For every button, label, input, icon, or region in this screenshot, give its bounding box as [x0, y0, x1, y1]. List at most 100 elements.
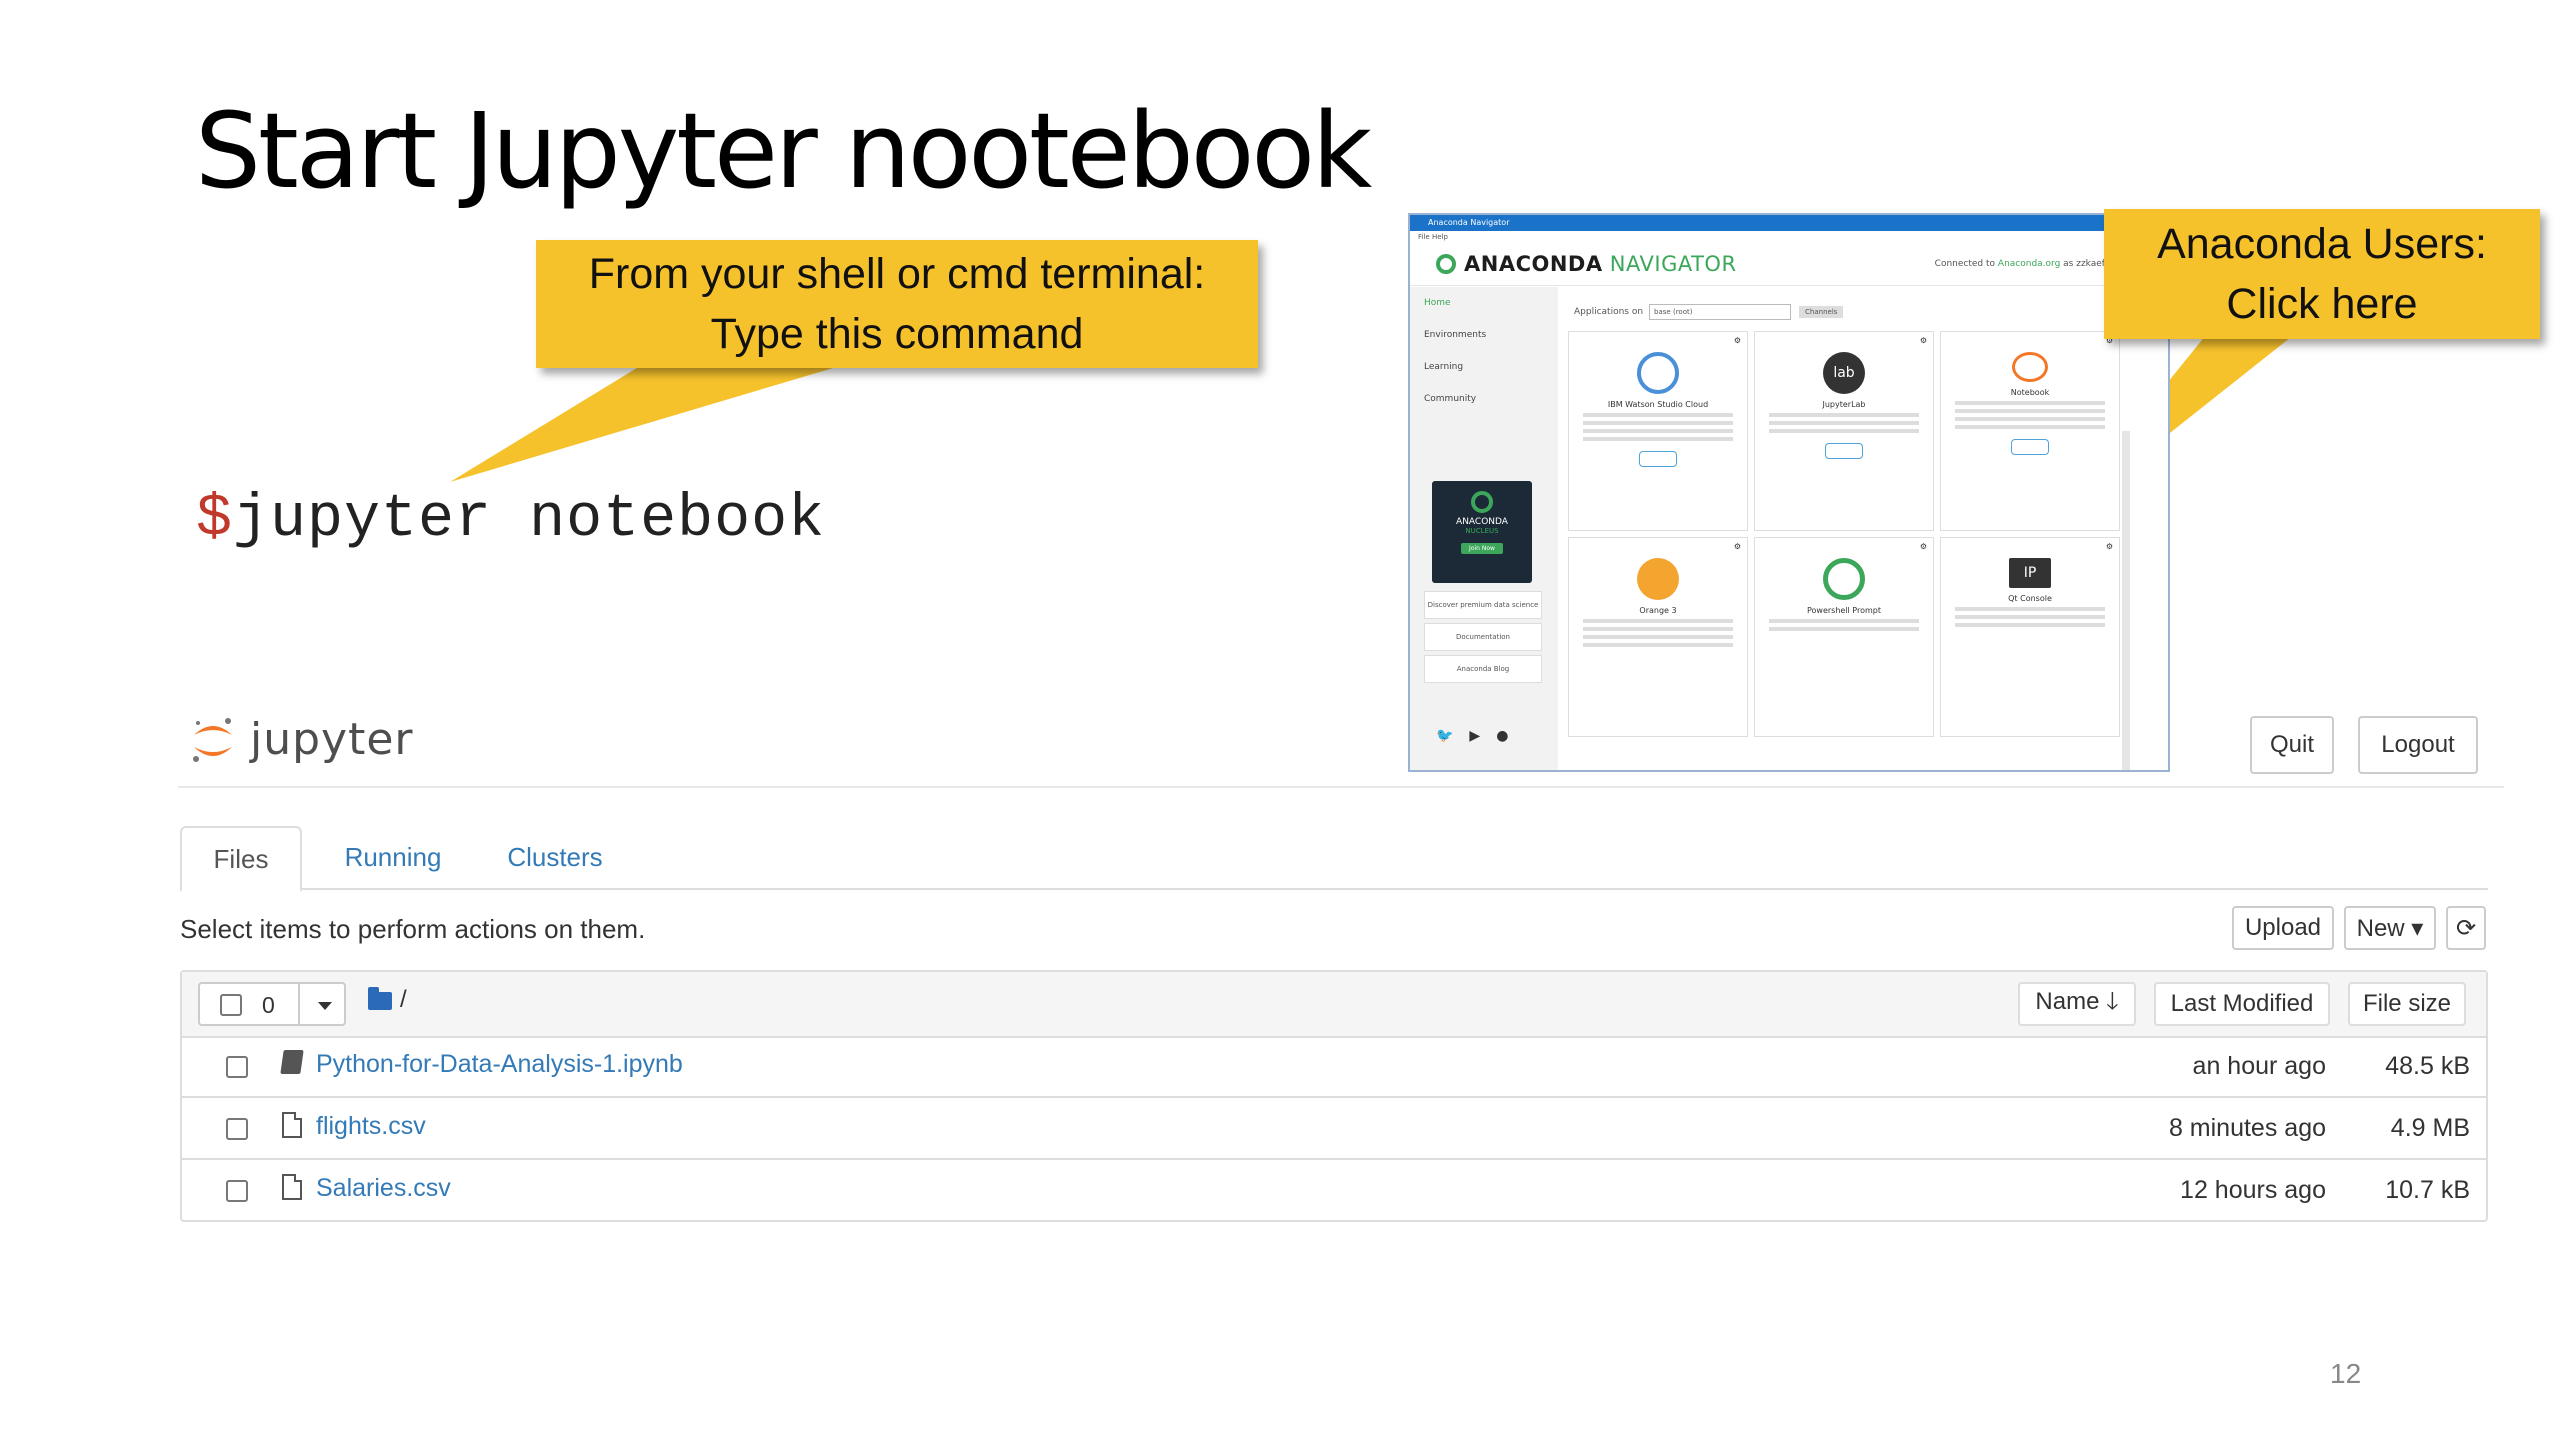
- command-text: jupyter notebook: [233, 486, 826, 554]
- file-icon: [282, 1174, 302, 1200]
- sidebar-link-discover[interactable]: Discover premium data science content: [1424, 591, 1542, 635]
- file-row[interactable]: Salaries.csv 12 hours ago 10.7 kB: [182, 1160, 2486, 1222]
- sort-name-button[interactable]: Name 🡓: [2018, 982, 2136, 1026]
- channels-button[interactable]: Channels: [1799, 306, 1844, 318]
- navigator-titlebar: Anaconda Navigator: [1410, 215, 2168, 231]
- app-card-powershell: ⚙ Powershell Prompt: [1754, 537, 1934, 737]
- command-line: $jupyter notebook: [196, 486, 825, 554]
- file-size: 10.7 kB: [2385, 1176, 2470, 1204]
- callout-anaconda-line2: Click here: [2226, 280, 2418, 328]
- applications-bar: Applications on base (root) Channels: [1568, 301, 2140, 323]
- callout-anaconda-line1: Anaconda Users:: [2157, 219, 2487, 268]
- callout-shell-line1: From your shell or cmd terminal:: [588, 249, 1206, 298]
- notebook-icon: [280, 1050, 304, 1074]
- row-checkbox[interactable]: [226, 1056, 248, 1078]
- navigator-main: Applications on base (root) Channels ⚙ I…: [1568, 301, 2140, 770]
- file-name[interactable]: flights.csv: [316, 1112, 426, 1141]
- row-checkbox[interactable]: [226, 1180, 248, 1202]
- slide-number: 12: [2330, 1358, 2362, 1389]
- sort-size-button[interactable]: File size: [2348, 982, 2466, 1026]
- promo-sub: NUCLEUS: [1465, 527, 1499, 535]
- select-all-checkbox[interactable]: [220, 994, 242, 1016]
- command-prompt: $: [196, 486, 234, 554]
- file-row[interactable]: flights.csv 8 minutes ago 4.9 MB: [182, 1098, 2486, 1160]
- quit-button[interactable]: Quit: [2250, 716, 2334, 774]
- file-size: 48.5 kB: [2385, 1052, 2470, 1080]
- callout-anaconda: Anaconda Users: Click here: [2104, 209, 2540, 339]
- promo-title: ANACONDA: [1456, 517, 1508, 527]
- navigator-header: ANACONDA NAVIGATOR Connected to Anaconda…: [1410, 243, 2168, 286]
- navigator-sidebar-community[interactable]: Community: [1410, 383, 1558, 415]
- launch-button[interactable]: [1825, 443, 1863, 459]
- jupyterlab-icon: lab: [1823, 352, 1865, 394]
- gear-icon[interactable]: ⚙: [1920, 336, 1927, 345]
- sort-modified-button[interactable]: Last Modified: [2154, 982, 2330, 1026]
- gear-icon[interactable]: ⚙: [2106, 542, 2113, 551]
- file-name[interactable]: Salaries.csv: [316, 1174, 451, 1203]
- navigator-promo[interactable]: ANACONDA NUCLEUS Join Now: [1432, 481, 1532, 583]
- social-icons[interactable]: 🐦▶●: [1436, 728, 1524, 744]
- promo-join-button[interactable]: Join Now: [1461, 543, 1503, 554]
- navigator-brand: ANACONDA NAVIGATOR: [1464, 252, 1737, 276]
- breadcrumb[interactable]: /: [400, 986, 407, 1014]
- jupyter-logo[interactable]: jupyter: [190, 714, 414, 765]
- gear-icon[interactable]: ⚙: [1734, 336, 1741, 345]
- selection-hint: Select items to perform actions on them.: [180, 914, 646, 944]
- sidebar-link-blog[interactable]: Anaconda Blog: [1424, 655, 1542, 683]
- app-name: IBM Watson Studio Cloud: [1607, 400, 1709, 409]
- sidebar-link-documentation[interactable]: Documentation: [1424, 623, 1542, 651]
- app-card-orange: ⚙ Orange 3: [1568, 537, 1748, 737]
- environment-select[interactable]: base (root): [1649, 304, 1792, 320]
- file-name[interactable]: Python-for-Data-Analysis-1.ipynb: [316, 1050, 683, 1079]
- folder-icon[interactable]: [368, 987, 392, 1010]
- app-grid: ⚙ IBM Watson Studio Cloud ⚙ lab JupyterL…: [1568, 331, 2120, 737]
- file-list-header: 0 / Name 🡓 Last Modified File size: [182, 972, 2486, 1038]
- app-card-qtconsole: ⚙ IP Qt Console: [1940, 537, 2120, 737]
- callout-shell-pointer: [450, 360, 860, 482]
- jupyter-icon: [2012, 352, 2048, 382]
- navigator-sidebar-learning[interactable]: Learning: [1410, 351, 1558, 383]
- file-size: 4.9 MB: [2390, 1114, 2470, 1142]
- orange-icon: [1637, 558, 1679, 600]
- app-card-jupyterlab: ⚙ lab JupyterLab: [1754, 331, 1934, 531]
- file-icon: [282, 1112, 302, 1138]
- file-modified: 12 hours ago: [2180, 1176, 2326, 1204]
- chevron-down-icon[interactable]: [318, 1002, 332, 1010]
- app-name: Orange 3: [1639, 606, 1677, 615]
- applications-on-label: Applications on: [1574, 307, 1644, 317]
- launch-button[interactable]: [2011, 439, 2049, 455]
- tab-running[interactable]: Running: [328, 826, 458, 888]
- tab-files[interactable]: Files: [180, 826, 302, 892]
- callout-shell-line2: Type this command: [710, 310, 1084, 358]
- jupyter-logo-text: jupyter: [250, 714, 414, 765]
- app-name: Notebook: [2010, 388, 2050, 397]
- selected-count: 0: [262, 992, 275, 1018]
- app-name: Qt Console: [2008, 594, 2052, 603]
- navigator-menubar[interactable]: File Help: [1410, 231, 2168, 243]
- navigator-sidebar: Home Environments Learning Community ANA…: [1410, 287, 1558, 770]
- file-list: 0 / Name 🡓 Last Modified File size Pytho…: [180, 970, 2488, 1222]
- header-divider: [178, 786, 2504, 788]
- row-checkbox[interactable]: [226, 1118, 248, 1140]
- tab-bar: Files Running Clusters: [180, 826, 2488, 892]
- gear-icon[interactable]: ⚙: [1920, 542, 1927, 551]
- jupyter-logo-icon: [193, 717, 232, 762]
- upload-button[interactable]: Upload: [2232, 906, 2334, 950]
- refresh-button[interactable]: ⟳: [2446, 906, 2486, 950]
- file-modified: an hour ago: [2192, 1052, 2326, 1080]
- gear-icon[interactable]: ⚙: [1734, 542, 1741, 551]
- new-button[interactable]: New ▾: [2344, 906, 2436, 950]
- powershell-icon: [1823, 558, 1865, 600]
- logout-button[interactable]: Logout: [2358, 716, 2478, 774]
- anaconda-navigator-window: Anaconda Navigator File Help ANACONDA NA…: [1408, 213, 2170, 772]
- select-all-dropdown[interactable]: 0: [198, 982, 346, 1026]
- file-row[interactable]: Python-for-Data-Analysis-1.ipynb an hour…: [182, 1036, 2486, 1098]
- app-card-notebook: ⚙ Notebook: [1940, 331, 2120, 531]
- launch-button[interactable]: [1639, 451, 1677, 467]
- navigator-sidebar-home[interactable]: Home: [1410, 287, 1558, 319]
- ipython-icon: IP: [2009, 558, 2051, 588]
- navigator-scrollbar[interactable]: [2122, 431, 2130, 770]
- watson-icon: [1637, 352, 1679, 394]
- tab-clusters[interactable]: Clusters: [490, 826, 620, 888]
- navigator-sidebar-environments[interactable]: Environments: [1410, 319, 1558, 351]
